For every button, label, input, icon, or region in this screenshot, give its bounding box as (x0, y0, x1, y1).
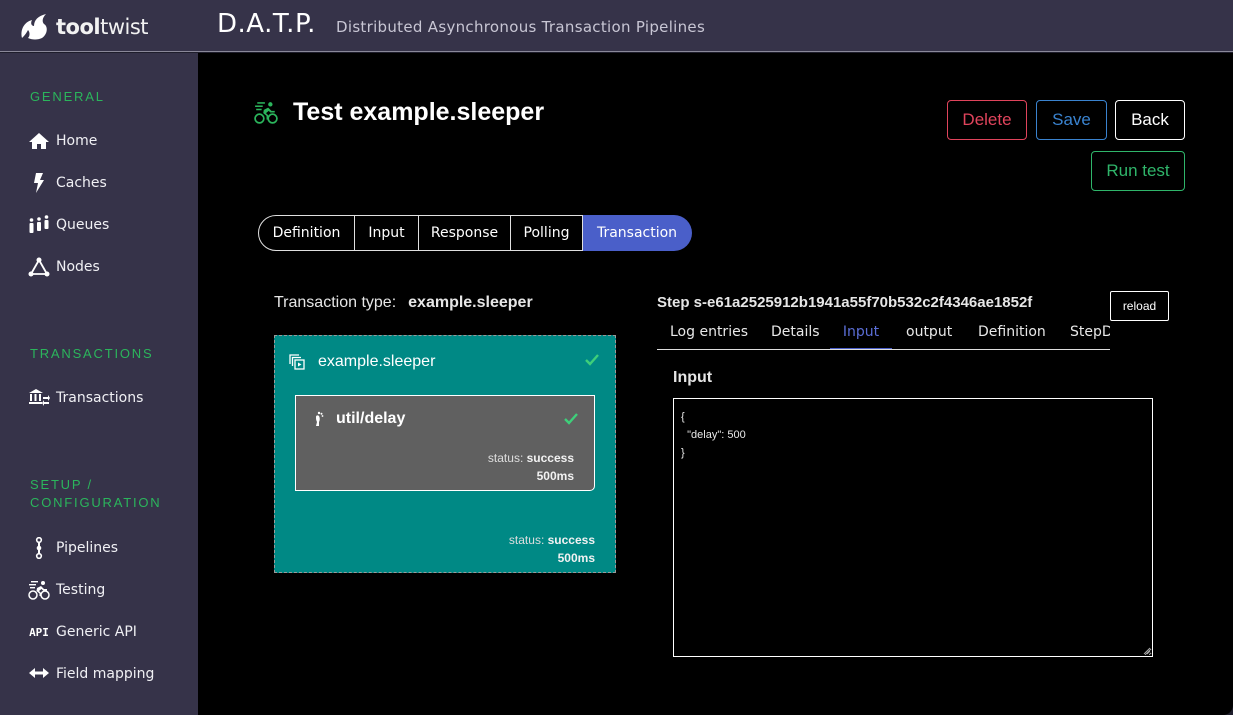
delete-button[interactable]: Delete (947, 100, 1027, 140)
sidebar-item-label: Home (56, 133, 98, 149)
lightning-icon (28, 172, 50, 194)
pipeline-stack-icon (289, 354, 305, 370)
subtab-definition[interactable]: Definition (978, 320, 1046, 349)
sidebar-item-label: Queues (56, 217, 110, 233)
tab-polling[interactable]: Polling (511, 215, 583, 251)
sidebar-item-label: Generic API (56, 624, 137, 640)
run-test-button[interactable]: Run test (1091, 151, 1185, 191)
transaction-type: Transaction type: example.sleeper (274, 294, 533, 312)
transaction-type-value: example.sleeper (408, 294, 533, 311)
home-icon (28, 130, 50, 152)
sidebar-item-transactions[interactable]: Transactions (28, 386, 143, 410)
step-name: util/delay (336, 410, 406, 427)
section-title-general: GENERAL (30, 89, 105, 104)
section-title-transactions: TRANSACTIONS (30, 346, 154, 361)
subtab-output[interactable]: output (906, 320, 952, 349)
footprint-icon (316, 411, 324, 426)
sidebar-item-nodes[interactable]: Nodes (28, 255, 100, 279)
step-node[interactable]: util/delay status: success 500ms (295, 395, 595, 491)
tab-response[interactable]: Response (419, 215, 511, 251)
people-queue-icon (28, 214, 50, 236)
subtab-input[interactable]: Input (830, 320, 892, 349)
resize-handle-icon[interactable] (1141, 645, 1151, 655)
pipeline-header: example.sleeper (289, 353, 435, 371)
subtab-stepd[interactable]: StepD (1070, 320, 1110, 349)
sidebar-item-label: Field mapping (56, 666, 155, 682)
cyclist-icon (28, 579, 50, 601)
bank-transfer-icon (28, 387, 50, 409)
tooltwist-logo[interactable]: tooltwist (18, 12, 149, 42)
api-icon: API (29, 625, 49, 639)
step-status: status: success 500ms (487, 451, 574, 483)
save-button[interactable]: Save (1036, 100, 1107, 140)
sidebar-item-pipelines[interactable]: Pipelines (28, 536, 118, 560)
app-subtitle: Distributed Asynchronous Transaction Pip… (336, 18, 706, 36)
pipeline-name: example.sleeper (318, 353, 436, 370)
arrows-horizontal-icon (28, 663, 50, 685)
pipeline-status: status: success 500ms (508, 533, 595, 565)
check-icon (564, 413, 578, 425)
step-title: Step s-e61a2525912b1941a55f70b532c2f4346… (657, 294, 1033, 311)
step-tabs: Log entries Details Input output Definit… (657, 320, 1110, 350)
sidebar-item-caches[interactable]: Caches (28, 171, 107, 195)
pipeline-node[interactable]: example.sleeper util/delay status: succe… (274, 335, 616, 573)
reload-button[interactable]: reload (1110, 291, 1169, 321)
test-tabs: Definition Input Response Polling Transa… (258, 215, 692, 251)
sidebar-item-generic-api[interactable]: API Generic API (28, 620, 137, 644)
back-button[interactable]: Back (1115, 100, 1185, 140)
nodes-icon (28, 256, 50, 278)
flame-logo-icon (21, 14, 47, 40)
sidebar: GENERAL Home Caches Queues Nodes TRANSAC… (0, 53, 198, 715)
transaction-type-label: Transaction type: (274, 294, 397, 311)
sidebar-item-label: Testing (56, 582, 106, 598)
input-label: Input (673, 369, 713, 386)
tab-input[interactable]: Input (355, 215, 419, 251)
sidebar-item-queues[interactable]: Queues (28, 213, 109, 237)
step-header: util/delay (314, 410, 405, 428)
app-title: D.A.T.P. (217, 9, 316, 39)
cyclist-icon (254, 102, 278, 124)
top-bar: tooltwist D.A.T.P. Distributed Asynchron… (0, 0, 1233, 52)
subtab-details[interactable]: Details (771, 320, 820, 349)
sidebar-item-label: Nodes (56, 259, 100, 275)
page-title: Test example.sleeper (293, 98, 545, 126)
pipeline-icon (28, 537, 50, 559)
tab-definition[interactable]: Definition (258, 215, 355, 251)
step-input-textarea[interactable]: { "delay": 500 } (673, 398, 1153, 657)
sidebar-item-testing[interactable]: Testing (28, 578, 105, 602)
subtab-log-entries[interactable]: Log entries (670, 320, 748, 349)
logo-text: tooltwist (56, 15, 149, 39)
sidebar-item-label: Caches (56, 175, 107, 191)
section-title-setup: SETUP / CONFIGURATION (30, 477, 162, 510)
check-icon (585, 354, 599, 366)
sidebar-item-label: Transactions (56, 390, 144, 406)
main-content: Test example.sleeper Delete Save Back Ru… (198, 53, 1233, 715)
sidebar-item-home[interactable]: Home (28, 129, 97, 153)
sidebar-item-label: Pipelines (56, 540, 119, 556)
sidebar-item-field-mapping[interactable]: Field mapping (28, 662, 154, 686)
tab-transaction[interactable]: Transaction (583, 215, 692, 251)
